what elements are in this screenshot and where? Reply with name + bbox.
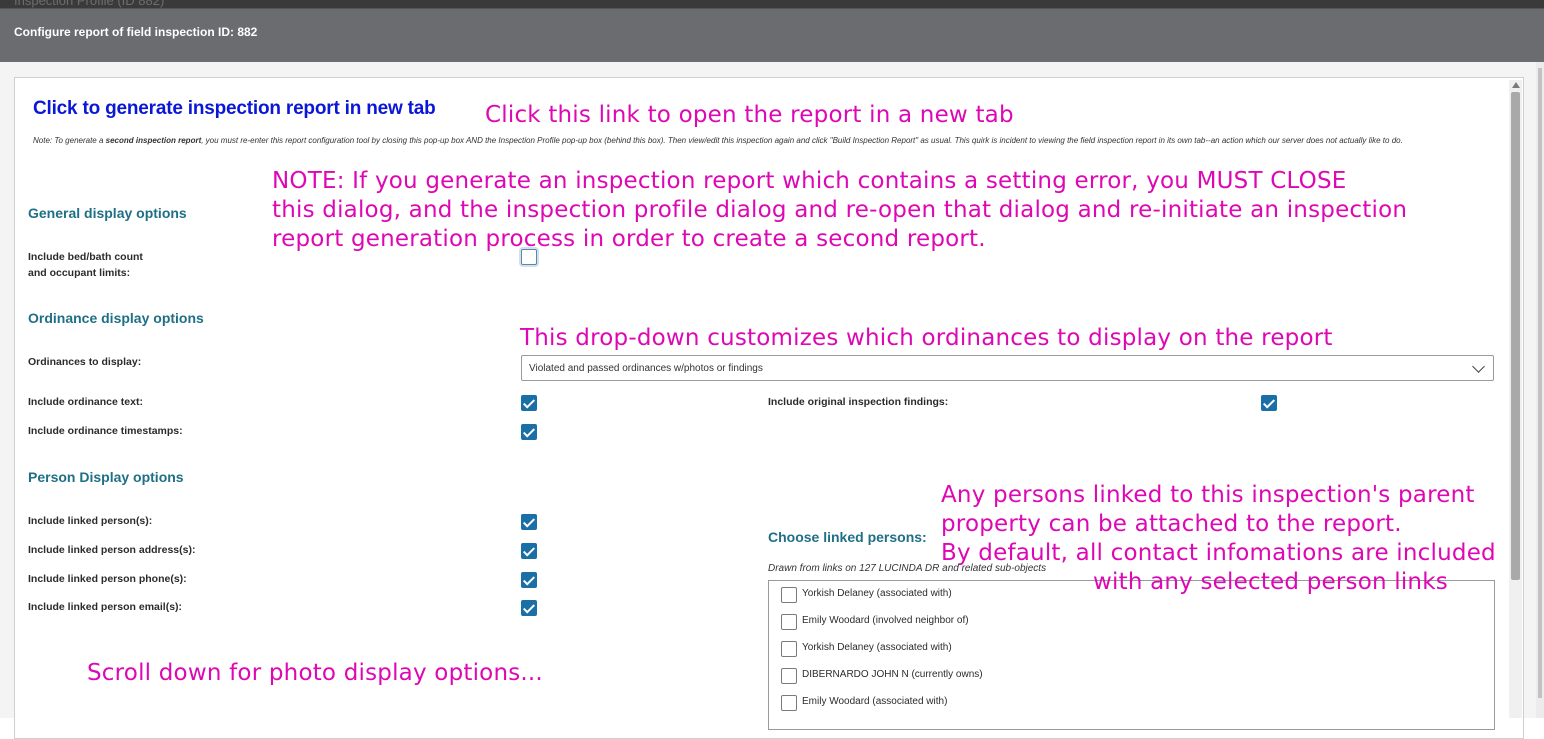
person-checkbox[interactable]	[781, 695, 797, 711]
bedbath-label-line1: Include bed/bath count	[28, 251, 143, 263]
annotation-persons-line4: with any selected person links	[1093, 569, 1448, 595]
person-label: Emily Woodard (associated with)	[802, 696, 948, 707]
generate-report-link[interactable]: Click to generate inspection report in n…	[33, 98, 436, 120]
linked-person-email-label: Include linked person email(s):	[28, 601, 183, 613]
note-bold: second inspection report	[105, 136, 202, 145]
dialog-title: Configure report of field inspection ID:…	[14, 25, 258, 39]
annotation-persons-line3: By default, all contact infomations are …	[941, 540, 1496, 566]
person-options-heading: Person Display options	[28, 469, 184, 485]
annotation-persons-line2: property can be attached to the report.	[941, 511, 1402, 537]
ordinance-text-label: Include ordinance text:	[28, 396, 143, 408]
linked-person-email-checkbox[interactable]	[521, 600, 537, 616]
person-label: Yorkish Delaney (associated with)	[802, 642, 952, 653]
linked-persons-checkbox[interactable]	[521, 514, 537, 530]
linked-person-address-label: Include linked person address(s):	[28, 544, 196, 556]
ordinances-display-value: Violated and passed ordinances w/photos …	[529, 363, 763, 374]
background-window-title: Inspection Profile (ID 882)	[14, 0, 165, 8]
choose-persons-heading: Choose linked persons:	[768, 529, 927, 545]
dialog-titlebar: Configure report of field inspection ID:…	[0, 8, 1544, 63]
annotation-note-line2: this dialog, and the inspection profile …	[272, 197, 1408, 223]
original-findings-checkbox[interactable]	[1261, 395, 1277, 411]
person-checkbox[interactable]	[781, 587, 797, 603]
dialog-scrollbar[interactable]	[1536, 62, 1544, 718]
person-checkbox[interactable]	[781, 641, 797, 657]
annotation-dropdown-tip: This drop-down customizes which ordinanc…	[520, 325, 1333, 351]
general-options-heading: General display options	[28, 205, 187, 221]
linked-persons-label: Include linked person(s):	[28, 515, 153, 527]
panel-scrollbar-thumb[interactable]	[1511, 92, 1520, 580]
person-checkbox[interactable]	[781, 614, 797, 630]
bedbath-label-line2: and occupant limits:	[28, 267, 131, 279]
annotation-persons-line1: Any persons linked to this inspection's …	[941, 482, 1475, 508]
linked-person-phone-label: Include linked person phone(s):	[28, 573, 187, 585]
second-report-note: Note: To generate a second inspection re…	[33, 135, 1493, 147]
note-suffix: , you must re-enter this report configur…	[201, 136, 1403, 145]
annotation-note-line1: NOTE: If you generate an inspection repo…	[272, 168, 1347, 194]
bedbath-label: Include bed/bath count and occupant limi…	[28, 249, 143, 281]
ordinance-text-checkbox[interactable]	[521, 395, 537, 411]
annotation-note-line3: report generation process in order to cr…	[272, 226, 986, 252]
linked-persons-list[interactable]: Yorkish Delaney (associated with) Emily …	[768, 580, 1495, 730]
person-label: Yorkish Delaney (associated with)	[802, 588, 952, 599]
note-prefix: Note: To generate a	[33, 136, 106, 145]
annotation-scroll-tip: Scroll down for photo display options...	[87, 660, 543, 686]
original-findings-label: Include original inspection findings:	[768, 396, 949, 408]
ordinances-display-label: Ordinances to display:	[28, 356, 142, 368]
ordinance-timestamps-label: Include ordinance timestamps:	[28, 425, 183, 437]
scroll-up-arrow-icon[interactable]	[1512, 82, 1520, 88]
ordinance-timestamps-checkbox[interactable]	[521, 424, 537, 440]
linked-person-phone-checkbox[interactable]	[521, 572, 537, 588]
linked-person-address-checkbox[interactable]	[521, 543, 537, 559]
panel-scrollbar[interactable]	[1509, 80, 1522, 718]
person-label: DIBERNARDO JOHN N (currently owns)	[802, 669, 983, 680]
person-checkbox[interactable]	[781, 668, 797, 684]
dialog-scrollbar-thumb[interactable]	[1538, 68, 1542, 698]
ordinance-options-heading: Ordinance display options	[28, 310, 204, 326]
ordinances-display-select[interactable]: Violated and passed ordinances w/photos …	[521, 355, 1494, 381]
chevron-down-icon	[1472, 360, 1485, 373]
annotation-link-tip: Click this link to open the report in a …	[485, 102, 1014, 128]
person-label: Emily Woodard (involved neighbor of)	[802, 615, 969, 626]
